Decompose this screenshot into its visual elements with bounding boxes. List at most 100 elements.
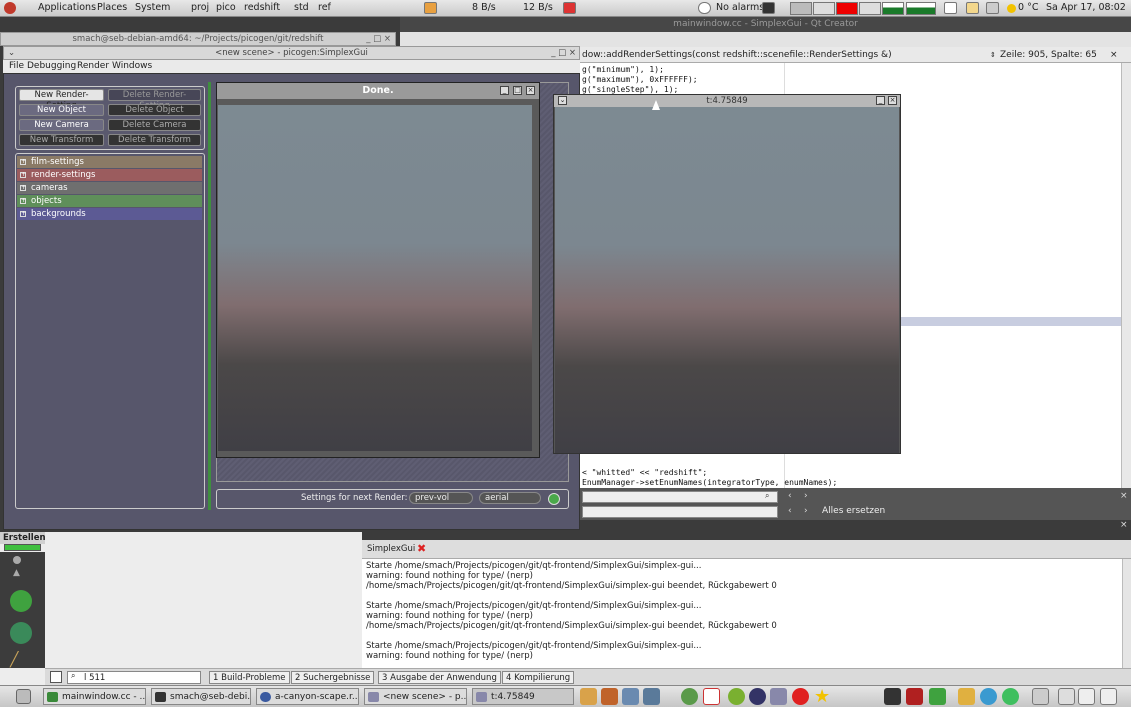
replace-prev-icon[interactable]: ‹ (788, 506, 792, 516)
taskbar-item-canyon[interactable]: a-canyon-scape.r... (256, 688, 359, 705)
find-next-icon[interactable]: › (804, 491, 808, 501)
media-icon[interactable] (980, 688, 997, 705)
new-object-button[interactable]: New Object (19, 104, 104, 116)
new-transform-button[interactable]: New Transform (19, 134, 104, 146)
taskbar-item-qtcreator[interactable]: mainwindow.cc - ... (43, 688, 146, 705)
image-editor-icon[interactable] (601, 688, 618, 705)
taskbar-item-preview[interactable]: t:4.75849 (472, 688, 574, 705)
taskbar-item-simplexgui[interactable]: <new scene> - p... (364, 688, 467, 705)
output-pane[interactable]: Starte /home/smach/Projects/picogen/git/… (362, 559, 1122, 668)
close-find-icon[interactable]: × (1120, 491, 1128, 501)
delete-camera-button[interactable]: Delete Camera (108, 119, 201, 131)
menu-debugging[interactable]: Debugging (27, 60, 76, 73)
tree-item-backgrounds[interactable]: + backgrounds (17, 208, 202, 220)
clock[interactable]: Sa Apr 17, 08:02 (1046, 2, 1126, 13)
monitor-icon[interactable] (884, 688, 901, 705)
settings-combo-mode[interactable]: aerial (479, 492, 541, 504)
delete-transform-button[interactable]: Delete Transform (108, 134, 201, 146)
close-editor-icon[interactable]: × (1110, 47, 1118, 63)
menu-render[interactable]: Render (77, 60, 109, 73)
tab-build-problems[interactable]: 1 Build-Probleme (209, 671, 290, 684)
close-icon[interactable]: × (888, 96, 897, 105)
minimize-icon[interactable]: _ (876, 96, 885, 105)
function-combo[interactable]: dow::addRenderSettings(const redshift::s… (582, 47, 892, 63)
preview-titlebar[interactable]: t:4.75849 (554, 95, 900, 107)
mail-check-icon[interactable] (703, 688, 720, 705)
terminal-titlebar[interactable]: smach@seb-debian-amd64: ~/Projects/picog… (0, 32, 396, 46)
workspace-switcher-icon[interactable] (1058, 688, 1075, 705)
new-render-setting-button[interactable]: New Render-Setting (19, 89, 104, 111)
folder-icon[interactable] (958, 688, 975, 705)
sidebar-toggle-icon[interactable] (50, 671, 62, 683)
expand-icon[interactable]: + (20, 185, 26, 191)
delete-object-button[interactable]: Delete Object (108, 104, 201, 116)
close-output-icon[interactable]: × (1120, 520, 1128, 530)
editor-scrollbar[interactable] (1121, 63, 1131, 488)
workspace-switcher-icon[interactable] (1100, 688, 1117, 705)
book-icon[interactable] (906, 688, 923, 705)
expand-icon[interactable]: + (20, 211, 26, 217)
star-icon[interactable]: ★ (814, 688, 831, 706)
system-icon[interactable] (749, 688, 766, 705)
user-icon[interactable] (762, 2, 775, 14)
expand-icon[interactable]: + (20, 159, 26, 165)
tab-app-output[interactable]: 3 Ausgabe der Anwendung (378, 671, 501, 684)
tab-search-results[interactable]: 2 Suchergebnisse (291, 671, 375, 684)
tree-item-film-settings[interactable]: + film-settings (17, 156, 202, 168)
keyboard-icon[interactable] (986, 2, 999, 14)
mail-icon[interactable] (944, 2, 957, 14)
play-icon[interactable] (1002, 688, 1019, 705)
menu-system[interactable]: System (135, 2, 170, 13)
window-menu-icon[interactable]: ⌄ (558, 96, 567, 105)
output-scrollbar[interactable] (1122, 559, 1131, 668)
updown-icon[interactable]: ⇕ (990, 47, 996, 63)
target-icon[interactable] (13, 556, 21, 564)
launcher-pico[interactable]: pico (216, 2, 236, 13)
workspace-switcher-icon[interactable] (1078, 688, 1095, 705)
render-go-icon[interactable] (548, 493, 560, 505)
menu-places[interactable]: Places (97, 2, 127, 13)
update-icon[interactable] (563, 2, 576, 14)
taskbar-item-terminal[interactable]: smach@seb-debi... (151, 688, 251, 705)
qtcreator-titlebar[interactable]: mainwindow.cc - SimplexGui - Qt Creator (400, 17, 1131, 32)
folder-icon[interactable] (966, 2, 979, 14)
close-icon[interactable]: × (526, 86, 535, 95)
weather-icon[interactable] (424, 2, 437, 14)
simplexgui-titlebar[interactable]: ⌄ <new scene> - picogen:SimplexGui _ □ × (3, 46, 580, 60)
replace-next-icon[interactable]: › (804, 506, 808, 516)
window-controls-icon[interactable]: _ □ × (366, 33, 391, 46)
delete-render-setting-button[interactable]: Delete Render-Setting (108, 89, 201, 111)
warning-icon[interactable]: ▲ (13, 568, 20, 578)
menu-applications[interactable]: Applications (38, 2, 96, 13)
close-tab-icon[interactable]: ✖ (417, 542, 426, 555)
scene-tree[interactable]: + film-settings + render-settings + cameras… (15, 153, 205, 509)
tree-item-objects[interactable]: + objects (17, 195, 202, 207)
refresh-icon[interactable] (728, 688, 745, 705)
replace-all-button[interactable]: Alles ersetzen (822, 506, 885, 516)
menu-windows[interactable]: Windows (112, 60, 152, 73)
launcher-proj[interactable]: proj (191, 2, 209, 13)
find-input[interactable] (582, 491, 778, 503)
network-icon[interactable] (622, 688, 639, 705)
expand-icon[interactable]: + (20, 172, 26, 178)
launcher-redshift[interactable]: redshift (244, 2, 280, 13)
minimize-icon[interactable]: _ (500, 86, 509, 95)
output-tab[interactable]: SimplexGui (367, 544, 415, 554)
tab-compile-output[interactable]: 4 Kompilierung (502, 671, 575, 684)
settings-combo-volume[interactable]: prev-vol (409, 492, 473, 504)
window-controls-icon[interactable]: _ □ × (551, 47, 576, 60)
debug-icon[interactable] (10, 622, 32, 644)
new-camera-button[interactable]: New Camera (19, 119, 104, 131)
files-icon[interactable] (580, 688, 597, 705)
show-desktop-icon[interactable] (16, 689, 31, 704)
trash-icon[interactable] (1032, 688, 1049, 705)
expand-icon[interactable]: + (20, 198, 26, 204)
alarm-clock-icon[interactable] (698, 2, 711, 14)
render-window-titlebar[interactable]: Done. (217, 83, 539, 99)
tree-item-cameras[interactable]: + cameras (17, 182, 202, 194)
recycle-icon[interactable] (681, 688, 698, 705)
build-hammer-icon[interactable]: ╱ (10, 652, 32, 668)
temperature[interactable]: 0 °C (1018, 2, 1038, 13)
replace-input[interactable] (582, 506, 778, 518)
chat-icon[interactable] (770, 688, 787, 705)
